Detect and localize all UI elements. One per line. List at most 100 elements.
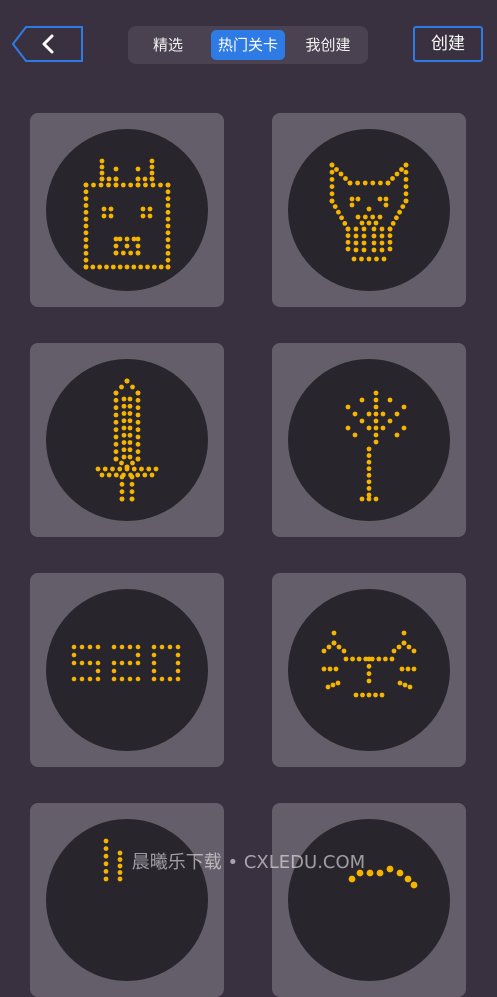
pattern-dot — [359, 397, 365, 403]
pattern-dot — [383, 656, 388, 662]
pattern-dot — [108, 213, 114, 219]
pattern-dot — [165, 203, 171, 208]
pattern-dot — [366, 678, 372, 684]
pattern-dot — [383, 196, 389, 202]
pattern-dot — [373, 220, 379, 226]
pattern-dot — [387, 233, 393, 239]
pattern-dot — [165, 189, 171, 195]
pattern-dot — [405, 666, 411, 672]
pattern-dot — [345, 246, 351, 252]
level-card-3[interactable] — [30, 343, 224, 537]
pattern-dot — [127, 425, 133, 431]
pattern-dot — [83, 223, 89, 229]
pattern-dot — [117, 466, 123, 472]
pattern-dot — [347, 180, 353, 186]
pattern-dot — [371, 247, 377, 253]
pattern-dot — [104, 264, 109, 270]
create-button[interactable]: 创建 — [413, 26, 483, 62]
pattern-dot — [379, 247, 385, 253]
pattern-dot — [352, 432, 358, 438]
level-card-4[interactable] — [272, 343, 466, 537]
pattern-dot — [379, 240, 385, 246]
pattern-dot — [128, 182, 134, 188]
pattern-dot — [366, 692, 372, 698]
pattern-dot — [124, 264, 130, 270]
pattern-dot — [106, 182, 111, 188]
tab-featured[interactable]: 精选 — [134, 30, 202, 60]
pattern-dot — [135, 182, 141, 188]
number-520-pattern — [71, 644, 181, 682]
pattern-dot — [343, 176, 348, 181]
pattern-dot — [389, 656, 395, 662]
pattern-dot — [150, 182, 156, 188]
pattern-dot — [91, 182, 96, 188]
level-thumbnail — [46, 359, 208, 521]
pattern-dot — [401, 425, 407, 431]
pattern-dot — [400, 204, 406, 209]
pattern-dot — [71, 652, 77, 658]
pattern-dot — [113, 434, 119, 440]
level-card-1[interactable] — [30, 113, 224, 307]
level-card-5[interactable] — [30, 573, 224, 767]
pattern-dot — [343, 656, 349, 662]
pattern-dot — [131, 264, 137, 270]
pattern-dot — [167, 676, 173, 682]
pattern-dot — [135, 390, 141, 396]
pattern-dot — [371, 226, 377, 232]
level-card-6[interactable] — [272, 573, 466, 767]
pattern-dot — [175, 660, 181, 666]
tab-hot-levels[interactable]: 热门关卡 — [211, 30, 285, 60]
pattern-dot — [345, 425, 351, 431]
pattern-dot — [83, 257, 89, 263]
level-card-8[interactable] — [272, 803, 466, 997]
pattern-dot — [345, 233, 351, 239]
pattern-dot — [158, 264, 164, 270]
pattern-dot — [151, 668, 157, 674]
pattern-dot — [111, 668, 117, 674]
pattern-dot — [377, 196, 383, 202]
pattern-dot — [138, 264, 144, 270]
pattern-dot — [361, 233, 367, 239]
pattern-dot — [110, 466, 115, 472]
pattern-dot — [135, 456, 141, 462]
pattern-dot — [353, 233, 359, 239]
pattern-dot — [366, 496, 372, 502]
pattern-dot — [403, 177, 409, 182]
pattern-dot — [129, 489, 135, 495]
pattern-dot — [397, 209, 402, 215]
pattern-dot — [380, 425, 386, 431]
pattern-dot — [379, 692, 385, 698]
sword-pattern — [95, 378, 159, 502]
pattern-dot — [71, 676, 77, 682]
level-card-7[interactable] — [30, 803, 224, 997]
watermark: 晨曦乐下载 • CXLEDU.COM — [131, 852, 366, 873]
pattern-dot — [165, 216, 171, 222]
level-pattern — [103, 838, 123, 882]
pattern-dot — [151, 676, 157, 682]
pattern-dot — [149, 472, 155, 478]
pattern-dot — [83, 216, 89, 222]
pattern-dot — [151, 652, 157, 658]
pattern-dot — [135, 652, 141, 658]
pattern-dot — [394, 171, 400, 177]
pattern-dot — [113, 182, 119, 188]
pattern-dot — [135, 644, 141, 650]
pattern-dot — [142, 176, 148, 182]
pattern-dot — [135, 166, 141, 172]
level-card-2[interactable] — [272, 113, 466, 307]
pattern-dot — [127, 403, 133, 409]
pattern-dot — [329, 198, 335, 204]
level-thumbnail — [46, 589, 208, 751]
pattern-dot — [99, 164, 105, 170]
pattern-dot — [142, 472, 148, 478]
segmented-tabs: 精选 热门关卡 我创建 — [128, 26, 368, 64]
pattern-dot — [336, 209, 341, 215]
back-button[interactable] — [12, 26, 84, 62]
pattern-dot — [349, 196, 355, 202]
pattern-dot — [119, 676, 125, 682]
pattern-dot — [106, 176, 112, 182]
pattern-dot — [366, 411, 372, 417]
tab-my-created[interactable]: 我创建 — [292, 30, 364, 60]
pattern-dot — [135, 419, 141, 425]
pattern-dot — [135, 243, 141, 249]
